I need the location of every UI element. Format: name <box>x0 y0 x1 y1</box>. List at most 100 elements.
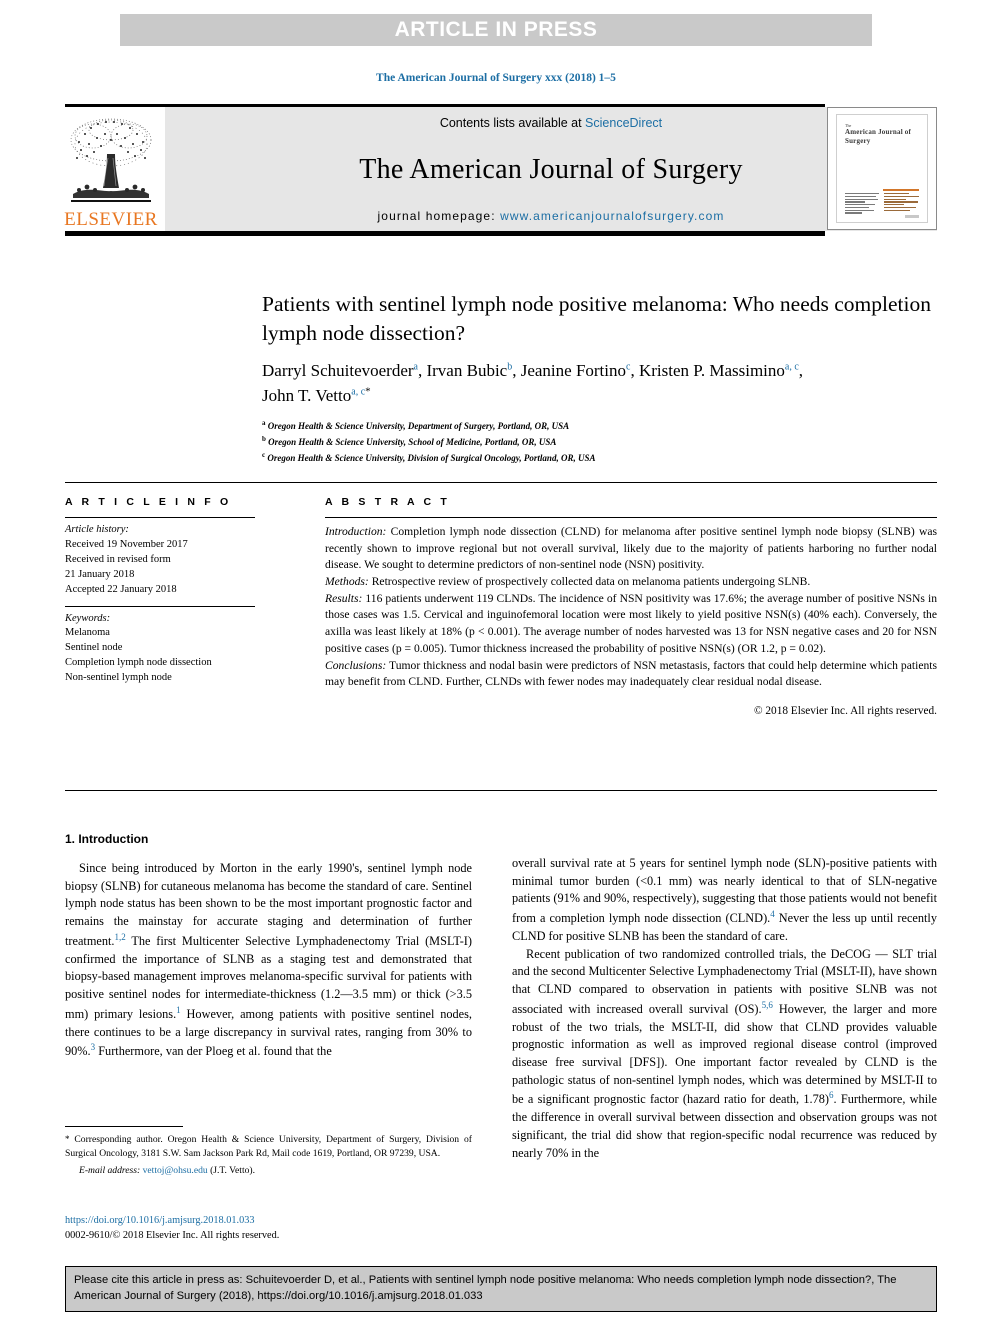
keyword-item: Completion lymph node dissection <box>65 657 212 669</box>
abstract-section-label: Introduction: <box>325 525 387 538</box>
history-line: Received in revised form <box>65 553 171 565</box>
keywords-label: Keywords: <box>65 612 111 624</box>
journal-masthead: ELSEVIER Contents lists available at Sci… <box>64 104 937 236</box>
abstract-section-label: Conclusions: <box>325 658 387 672</box>
cover-left-lines <box>845 193 879 215</box>
body-column-right: overall survival rate at 5 years for sen… <box>512 855 937 1162</box>
author-name: Darryl Schuitevoerder <box>262 361 414 381</box>
cover-title-main: American Journal of Surgery <box>845 128 912 146</box>
contents-available-line: Contents lists available at ScienceDirec… <box>440 116 662 130</box>
email-note: E-mail address: vettoj@ohsu.edu (J.T. Ve… <box>65 1164 472 1178</box>
history-line: Accepted 22 January 2018 <box>65 583 177 595</box>
body-column-left: 1. Introduction Since being introduced b… <box>65 832 472 1061</box>
affiliation-mark: a <box>262 419 266 428</box>
email-label: E-mail address: <box>79 1164 141 1176</box>
doi-link[interactable]: https://doi.org/10.1016/j.amjsurg.2018.0… <box>65 1213 279 1228</box>
body-paragraph: Recent publication of two randomized con… <box>512 946 937 1163</box>
info-band-top-rule <box>65 482 937 483</box>
email-attribution: (J.T. Vetto). <box>210 1164 256 1176</box>
paragraph-text: However, the larger and more robust of t… <box>512 1001 937 1107</box>
issn-copyright: 0002-9610/© 2018 Elsevier Inc. All right… <box>65 1230 280 1242</box>
affiliation-mark: c <box>262 451 266 460</box>
homepage-prefix: journal homepage: <box>377 209 501 223</box>
info-band-bottom-rule <box>65 790 937 791</box>
journal-cover-thumbnail: The American Journal of Surgery <box>827 107 937 230</box>
masthead-row: ELSEVIER Contents lists available at Sci… <box>64 107 937 231</box>
abstract-body: Introduction: Completion lymph node diss… <box>325 518 937 719</box>
citation-ref[interactable]: 4 <box>770 909 775 919</box>
footnote-text: Corresponding author. Oregon Health & Sc… <box>65 1134 472 1159</box>
keywords-group: Keywords: Melanoma Sentinel node Complet… <box>65 607 255 695</box>
abstract-section-text: Retrospective review of prospectively co… <box>368 575 811 589</box>
author-affiliation-mark: a, c <box>784 361 799 373</box>
elsevier-logo: ELSEVIER <box>64 107 158 231</box>
affiliation-item: b Oregon Health & Science University, Sc… <box>262 434 938 450</box>
masthead-bottom-rule <box>65 231 825 236</box>
article-history-label: Article history: <box>65 524 129 535</box>
citation-ref[interactable]: 1 <box>176 1005 181 1015</box>
article-info-column: A R T I C L E I N F O Article history: R… <box>65 496 255 694</box>
affiliation-item: c Oregon Health & Science University, Di… <box>262 450 938 466</box>
author-affiliation-mark: c <box>626 361 631 373</box>
cover-footer-block <box>905 215 919 218</box>
affiliation-text: Oregon Health & Science University, Scho… <box>268 437 557 448</box>
keyword-item: Sentinel node <box>65 642 123 654</box>
cover-orange-rule <box>883 189 919 191</box>
cite-this-article-box: Please cite this article in press as: Sc… <box>65 1266 937 1312</box>
journal-homepage-line: journal homepage: www.americanjournalofs… <box>378 209 725 223</box>
abstract-section: Conclusions: Tumor thickness and nodal b… <box>325 658 937 691</box>
journal-title: The American Journal of Surgery <box>359 153 743 185</box>
author-affiliation-mark: a, c <box>351 386 366 398</box>
article-history-group: Article history: Received 19 November 20… <box>65 518 255 606</box>
corresponding-author-note: * Corresponding author. Oregon Health & … <box>65 1133 472 1161</box>
abstract-section-text: 116 patients underwent 119 CLNDs. The in… <box>325 591 937 655</box>
body-paragraph: Since being introduced by Morton in the … <box>65 860 472 1061</box>
cover-title-text: The American Journal of Surgery <box>845 123 927 146</box>
author-name: Jeanine Fortino <box>520 361 627 381</box>
keyword-item: Non-sentinel lymph node <box>65 672 172 684</box>
cover-right-lines <box>884 193 919 212</box>
citation-ref[interactable]: 3 <box>91 1042 96 1052</box>
sciencedirect-box: Contents lists available at ScienceDirec… <box>165 107 937 231</box>
article-info-heading: A R T I C L E I N F O <box>65 496 232 508</box>
abstract-section: Methods: Retrospective review of prospec… <box>325 574 937 591</box>
citation-ref[interactable]: 1,2 <box>115 932 126 942</box>
cover-inner-frame: The American Journal of Surgery <box>836 114 928 223</box>
abstract-section-text: Tumor thickness and nodal basin were pre… <box>325 658 937 689</box>
footnote-rule <box>65 1126 183 1127</box>
abstract-column: A B S T R A C T Introduction: Completion… <box>325 496 937 719</box>
affiliation-text: Oregon Health & Science University, Divi… <box>267 453 596 464</box>
abstract-section-label: Methods: <box>325 575 369 589</box>
page-title: Patients with sentinel lymph node positi… <box>262 292 931 345</box>
paragraph-text: Furthermore, van der Ploeg et al. found … <box>98 1044 332 1059</box>
running-head: The American Journal of Surgery xxx (201… <box>376 72 616 84</box>
affiliation-mark: b <box>262 435 266 444</box>
footnote-block: * Corresponding author. Oregon Health & … <box>65 1126 472 1178</box>
title-block: Patients with sentinel lymph node positi… <box>262 290 938 466</box>
cite-this-article-text: Please cite this article in press as: Sc… <box>74 1274 897 1302</box>
contents-prefix: Contents lists available at <box>439 116 586 130</box>
abstract-heading: A B S T R A C T <box>325 496 450 508</box>
elsevier-wordmark: ELSEVIER <box>64 209 158 230</box>
elsevier-tree-icon <box>70 118 152 202</box>
abstract-copyright: © 2018 Elsevier Inc. All rights reserved… <box>753 704 937 717</box>
affiliation-item: a Oregon Health & Science University, De… <box>262 418 938 434</box>
abstract-section-label: Results: <box>325 591 363 605</box>
doi-block: https://doi.org/10.1016/j.amjsurg.2018.0… <box>65 1213 279 1244</box>
homepage-url-link[interactable]: www.americanjournalofsurgery.com <box>500 209 724 223</box>
affiliation-list: a Oregon Health & Science University, De… <box>262 418 938 466</box>
sciencedirect-link[interactable]: ScienceDirect <box>585 116 662 130</box>
corresponding-author-star: * <box>365 385 371 398</box>
author-name: Kristen P. Massimino <box>638 361 785 381</box>
author-list: Darryl Schuitevoerdera, Irvan Bubicb, Je… <box>262 361 804 405</box>
section-heading-introduction: 1. Introduction <box>65 832 149 846</box>
history-line: Received 19 November 2017 <box>65 538 188 550</box>
keyword-item: Melanoma <box>65 627 110 639</box>
author-name: Irvan Bubic <box>426 361 508 381</box>
body-paragraph: overall survival rate at 5 years for sen… <box>512 855 937 946</box>
abstract-section-text: Completion lymph node dissection (CLND) … <box>325 525 937 572</box>
email-link[interactable]: vettoj@ohsu.edu <box>143 1165 208 1176</box>
citation-ref[interactable]: 5,6 <box>762 1000 773 1010</box>
abstract-section: Results: 116 patients underwent 119 CLND… <box>325 591 937 658</box>
author-affiliation-mark: b <box>507 361 513 373</box>
